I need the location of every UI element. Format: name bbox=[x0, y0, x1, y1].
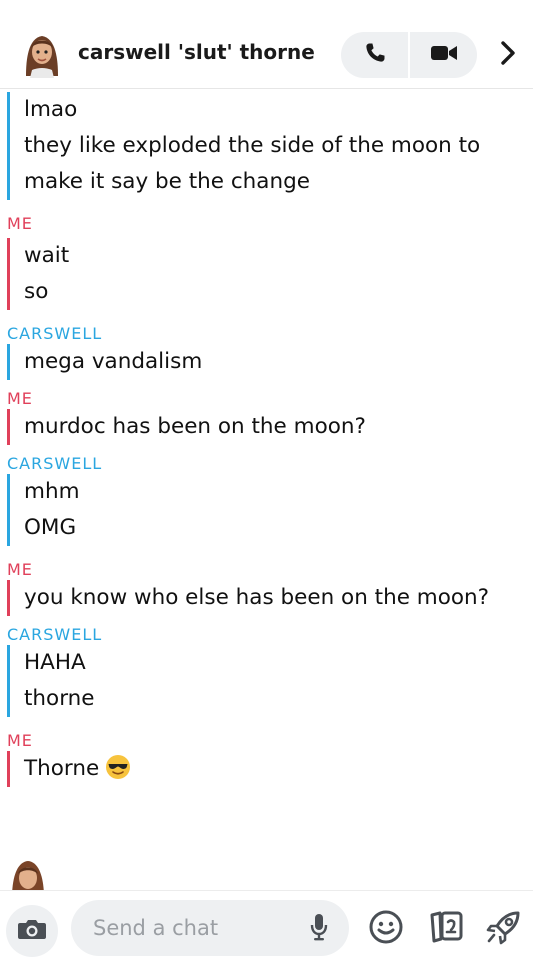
message-group: ME Thorne bbox=[0, 731, 533, 787]
message-text: HAHA bbox=[24, 650, 86, 675]
message-text: Thorne bbox=[24, 751, 533, 787]
message-bubble[interactable]: mhm OMG bbox=[7, 474, 533, 546]
message-text: make it say be the change bbox=[24, 169, 310, 194]
sender-label: ME bbox=[7, 389, 33, 408]
message-bubble[interactable]: murdoc has been on the moon? bbox=[7, 409, 533, 445]
camera-button[interactable] bbox=[6, 905, 58, 957]
message-text: lmao bbox=[24, 97, 78, 122]
message-text: you know who else has been on the moon? bbox=[24, 585, 490, 610]
message-bubble[interactable]: HAHA thorne bbox=[7, 645, 533, 717]
message-text: they like exploded the side of the moon … bbox=[24, 133, 481, 158]
message-bubble[interactable]: mega vandalism bbox=[7, 344, 533, 380]
contact-name[interactable]: carswell 'slut' thorne bbox=[78, 40, 315, 64]
phone-icon bbox=[363, 41, 387, 69]
chat-screen: carswell 'slut' thorne lmao they like ex… bbox=[0, 0, 533, 960]
message-text: so bbox=[24, 279, 49, 304]
microphone-button[interactable] bbox=[306, 914, 332, 944]
composer-bar bbox=[0, 890, 533, 960]
message-group: ME you know who else has been on the moo… bbox=[0, 560, 533, 616]
voice-call-button[interactable] bbox=[341, 32, 408, 78]
message-text: OMG bbox=[24, 515, 77, 540]
video-camera-icon bbox=[430, 43, 458, 67]
message-list: lmao they like exploded the side of the … bbox=[0, 90, 533, 787]
contact-avatar[interactable] bbox=[18, 30, 66, 78]
call-button-group bbox=[341, 32, 477, 78]
sender-label: CARSWELL bbox=[7, 324, 103, 343]
games-button[interactable] bbox=[484, 909, 524, 949]
sender-label: CARSWELL bbox=[7, 454, 103, 473]
smiley-icon bbox=[368, 909, 404, 949]
message-group: CARSWELL mhm OMG bbox=[0, 454, 533, 546]
message-bubble[interactable]: you know who else has been on the moon? bbox=[7, 580, 533, 616]
message-group: ME wait so bbox=[0, 214, 533, 310]
message-group: CARSWELL HAHA thorne bbox=[0, 625, 533, 717]
message-text-content: Thorne bbox=[24, 756, 100, 781]
message-text: mhm bbox=[24, 479, 80, 504]
message-bubble[interactable]: wait so bbox=[7, 238, 533, 310]
sender-label: ME bbox=[7, 731, 33, 750]
sender-label: ME bbox=[7, 560, 33, 579]
message-text: mega vandalism bbox=[24, 349, 203, 374]
sender-label: CARSWELL bbox=[7, 625, 103, 644]
stickers-button[interactable] bbox=[426, 909, 466, 949]
chevron-right-icon bbox=[500, 40, 516, 70]
message-text: wait bbox=[24, 243, 70, 268]
message-bubble[interactable]: Thorne bbox=[7, 751, 533, 787]
video-call-button[interactable] bbox=[410, 32, 477, 78]
emoji-button[interactable] bbox=[366, 909, 406, 949]
sender-label: ME bbox=[7, 214, 33, 233]
message-text: murdoc has been on the moon? bbox=[24, 414, 366, 439]
message-group: ME murdoc has been on the moon? bbox=[0, 389, 533, 445]
message-group: CARSWELL mega vandalism bbox=[0, 324, 533, 380]
typing-bitmoji-avatar bbox=[6, 858, 50, 890]
chat-header: carswell 'slut' thorne bbox=[0, 0, 533, 89]
message-group: lmao they like exploded the side of the … bbox=[0, 92, 533, 200]
message-text: thorne bbox=[24, 686, 95, 711]
sticker-icon bbox=[427, 909, 465, 949]
rocket-icon bbox=[485, 908, 523, 950]
microphone-icon bbox=[310, 913, 328, 945]
sunglasses-emoji-icon bbox=[105, 754, 131, 780]
camera-icon bbox=[17, 917, 47, 945]
message-bubble[interactable]: lmao they like exploded the side of the … bbox=[7, 92, 533, 200]
more-button[interactable] bbox=[494, 40, 522, 70]
